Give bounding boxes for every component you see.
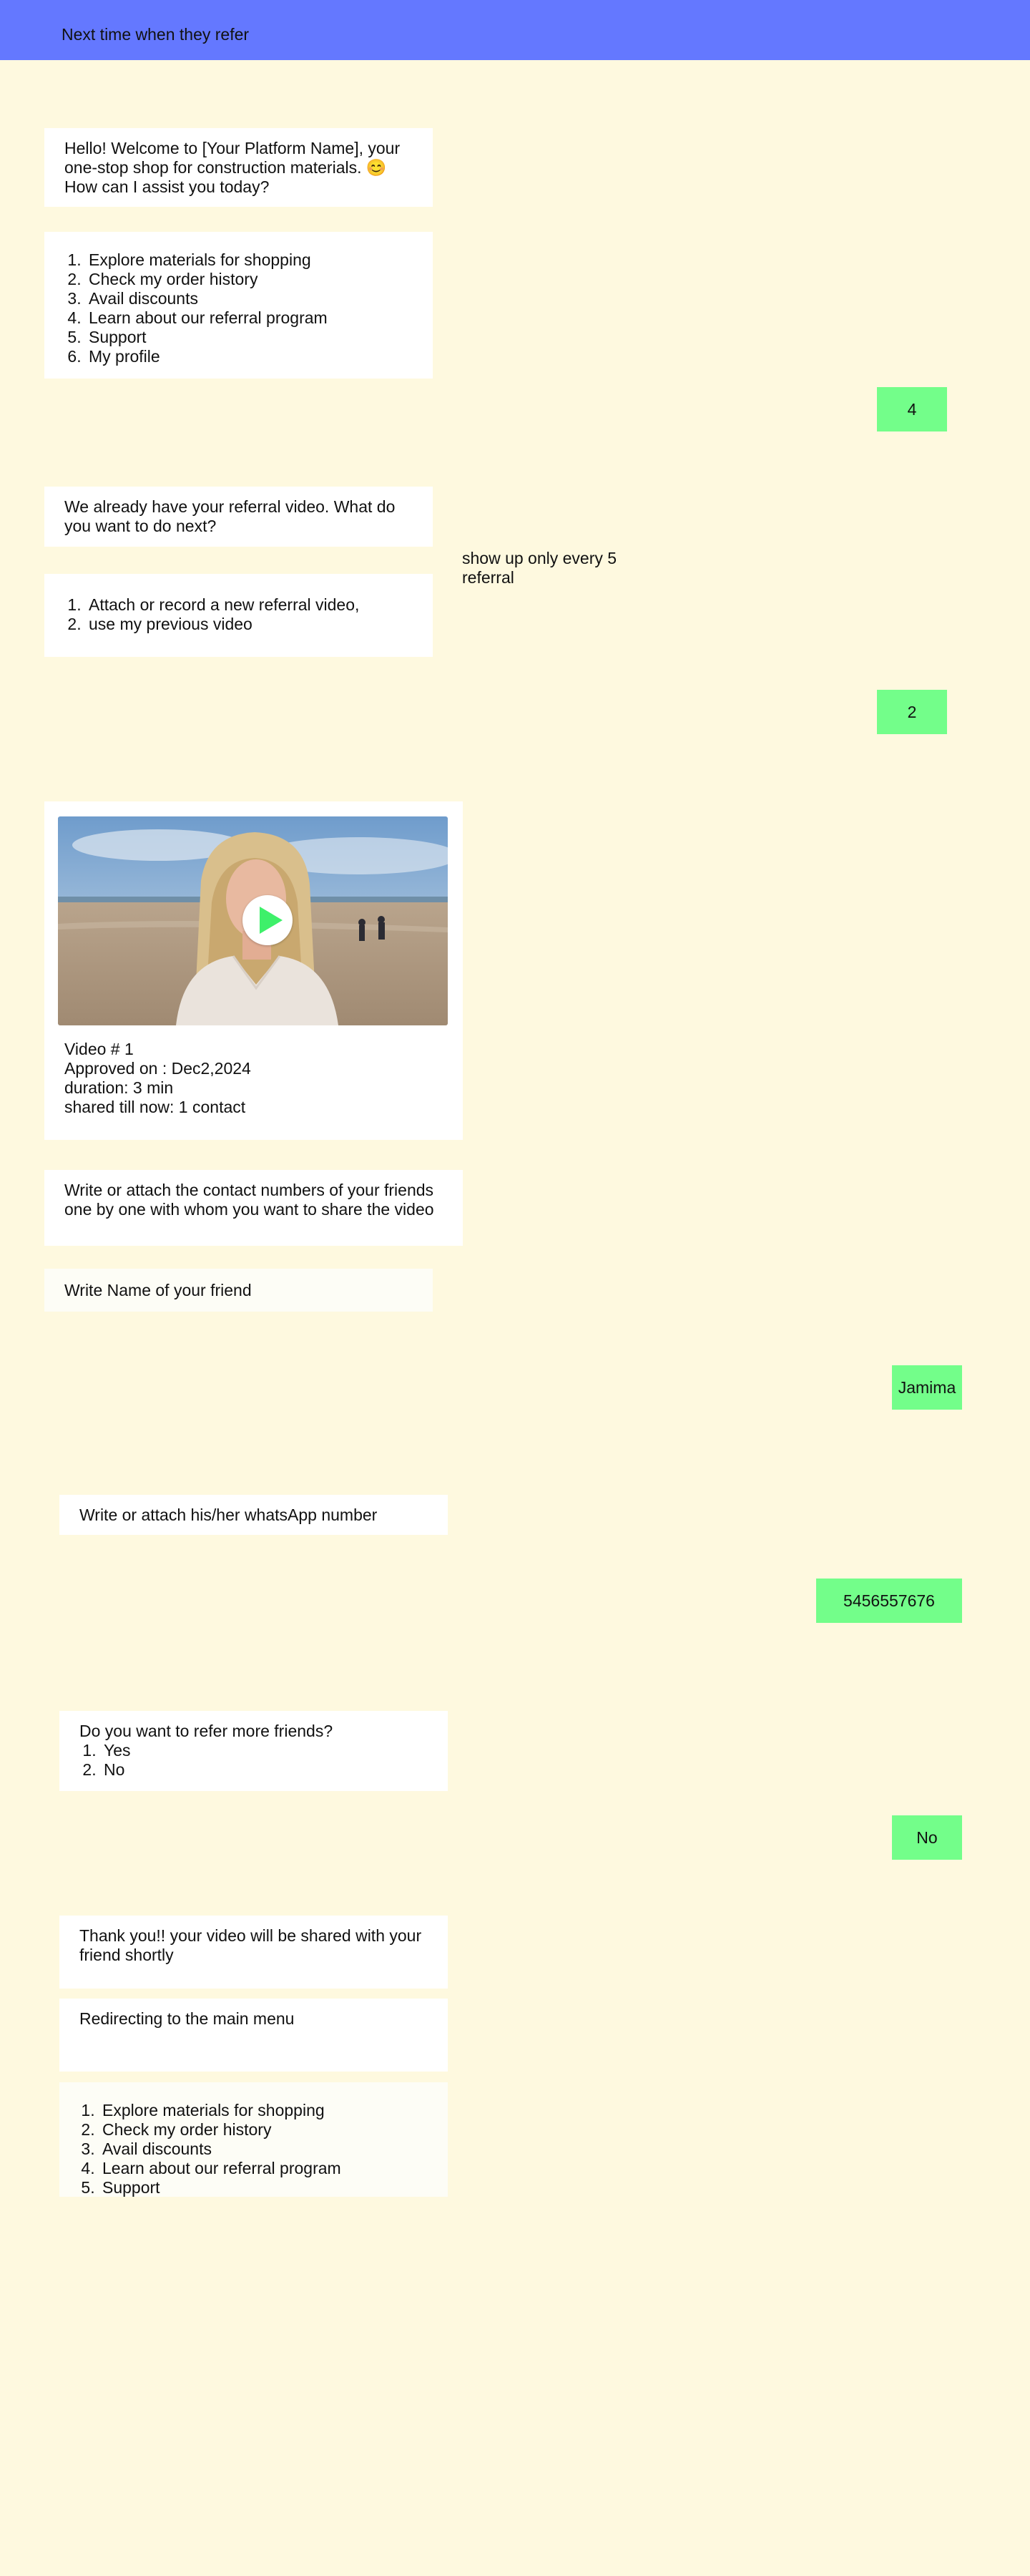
bot-message-video-options: Attach or record a new referral video, u… <box>44 574 433 657</box>
user-reply-text: 5456557676 <box>843 1591 935 1610</box>
menu-item-explore-materials[interactable]: Explore materials for shopping <box>99 2101 443 2120</box>
bot-message-main-menu: Explore materials for shopping Check my … <box>44 232 433 379</box>
menu-item-explore-materials[interactable]: Explore materials for shopping <box>86 250 429 270</box>
option-previous-video[interactable]: use my previous video <box>86 615 429 634</box>
video-approved-date: Approved on : Dec2,2024 <box>64 1059 251 1078</box>
annotation-note: show up only every 5 referral <box>462 549 617 587</box>
video-card: Video # 1 Approved on : Dec2,2024 durati… <box>44 801 463 1140</box>
thank-you-text: Thank you!! your video will be shared wi… <box>79 1926 422 1964</box>
bot-message-thank-you: Thank you!! your video will be shared wi… <box>59 1916 448 1989</box>
user-reply-text: 2 <box>907 702 917 721</box>
menu-item-discounts[interactable]: Avail discounts <box>86 289 429 308</box>
bot-message-refer-more: Do you want to refer more friends? Yes N… <box>59 1711 448 1791</box>
video-shared-count: shared till now: 1 contact <box>64 1098 246 1116</box>
refer-more-options: Yes No <box>79 1741 423 1780</box>
user-reply-video-choice: 2 <box>877 690 947 734</box>
user-reply-text: No <box>916 1828 938 1847</box>
video-number: Video # 1 <box>64 1040 134 1058</box>
welcome-text: Hello! Welcome to [Your Platform Name], … <box>64 139 401 196</box>
video-thumbnail[interactable] <box>58 816 448 1025</box>
write-whatsapp-text: Write or attach his/her whatsApp number <box>79 1506 378 1524</box>
user-reply-refer-more: No <box>892 1815 962 1860</box>
header-bar: Next time when they refer <box>0 0 1030 60</box>
bot-message-write-name: Write Name of your friend <box>44 1269 433 1312</box>
user-reply-number: 5456557676 <box>816 1579 962 1623</box>
bot-message-welcome: Hello! Welcome to [Your Platform Name], … <box>44 128 433 207</box>
video-info: Video # 1 Approved on : Dec2,2024 durati… <box>64 1040 436 1117</box>
menu-item-order-history[interactable]: Check my order history <box>86 270 429 289</box>
refer-more-question: Do you want to refer more friends? <box>79 1722 333 1740</box>
refer-more-content: Do you want to refer more friends? Yes N… <box>79 1722 423 1780</box>
main-menu-list: Explore materials for shopping Check my … <box>64 250 429 366</box>
menu-item-discounts[interactable]: Avail discounts <box>99 2140 443 2159</box>
user-reply-name: Jamima <box>892 1365 962 1410</box>
bot-message-redirecting: Redirecting to the main menu <box>59 1999 448 2072</box>
user-reply-text: 4 <box>907 399 917 419</box>
user-reply-menu-choice: 4 <box>877 387 947 431</box>
bot-message-existing-video: We already have your referral video. Wha… <box>44 487 433 547</box>
bot-message-write-whatsapp: Write or attach his/her whatsApp number <box>59 1495 448 1535</box>
final-menu-list: Explore materials for shopping Check my … <box>78 2101 443 2197</box>
video-options-list: Attach or record a new referral video, u… <box>64 595 429 634</box>
play-icon <box>260 907 283 934</box>
menu-item-support[interactable]: Support <box>86 328 429 347</box>
write-name-text: Write Name of your friend <box>64 1281 252 1299</box>
user-reply-text: Jamima <box>898 1377 956 1397</box>
option-new-video[interactable]: Attach or record a new referral video, <box>86 595 429 615</box>
bot-message-final-menu: Explore materials for shopping Check my … <box>59 2082 448 2197</box>
write-contacts-text: Write or attach the contact numbers of y… <box>64 1181 434 1219</box>
option-no[interactable]: No <box>101 1760 423 1780</box>
menu-item-support[interactable]: Support <box>99 2178 443 2197</box>
bot-message-write-contacts: Write or attach the contact numbers of y… <box>44 1170 463 1246</box>
menu-item-order-history[interactable]: Check my order history <box>99 2120 443 2140</box>
menu-item-referral-program[interactable]: Learn about our referral program <box>99 2159 443 2178</box>
header-title: Next time when they refer <box>62 25 250 44</box>
menu-item-my-profile[interactable]: My profile <box>86 347 429 366</box>
existing-video-text: We already have your referral video. Wha… <box>64 497 396 535</box>
redirecting-text: Redirecting to the main menu <box>79 2009 295 2028</box>
option-yes[interactable]: Yes <box>101 1741 423 1760</box>
video-duration: duration: 3 min <box>64 1078 174 1097</box>
menu-item-referral-program[interactable]: Learn about our referral program <box>86 308 429 328</box>
play-button[interactable] <box>242 895 293 945</box>
